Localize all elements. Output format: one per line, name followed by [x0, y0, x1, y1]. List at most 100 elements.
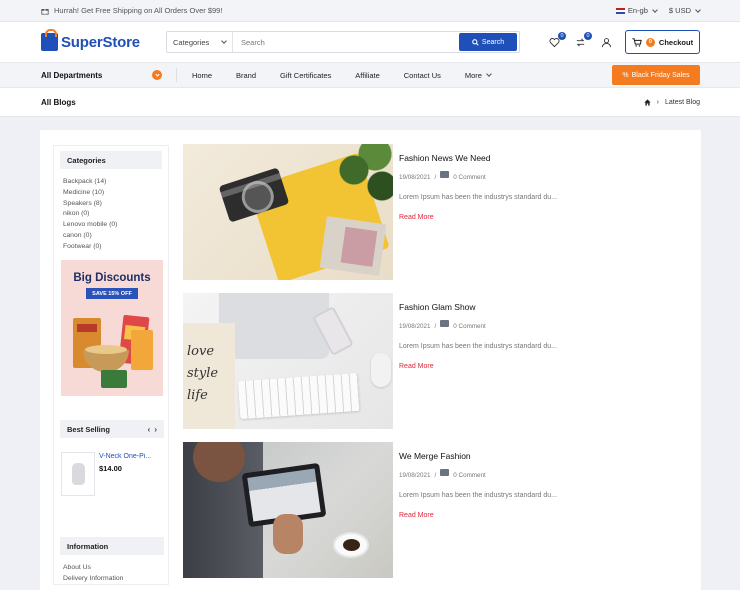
compare-button[interactable]: 0 — [574, 32, 592, 48]
product-thumbnail[interactable] — [61, 452, 95, 496]
shipping-promo: Hurrah! Get Free Shipping on All Orders … — [41, 6, 222, 15]
chevron-right-icon[interactable]: › — [154, 425, 157, 434]
currency-selector[interactable]: $ USD — [668, 6, 701, 15]
nav-gift-certificates[interactable]: Gift Certificates — [268, 71, 343, 80]
meta-separator: / — [434, 323, 437, 330]
language-selector[interactable]: En-gb — [615, 6, 658, 15]
product-name[interactable]: V-Neck One-Pi... — [99, 453, 163, 460]
blog-post-excerpt: Lorem Ipsum has been the industrys stand… — [399, 343, 557, 350]
best-selling-product[interactable]: V-Neck One-Pi... $14.00 — [61, 452, 165, 498]
wishlist-button[interactable]: 0 — [548, 32, 566, 48]
info-link-about-us[interactable]: About Us — [63, 562, 123, 573]
currency-label: $ USD — [668, 6, 691, 15]
cart-icon — [632, 37, 642, 47]
category-list: Backpack (14) Medicine (10) Speakers (8)… — [54, 169, 168, 253]
header: SuperStore Categories Search 0 0 0 Check… — [0, 22, 740, 62]
percent-icon: % — [622, 71, 629, 79]
wishlist-count: 0 — [558, 32, 566, 40]
blog-post-meta: 19/08/2021 / 0 Comment — [399, 320, 699, 330]
breadcrumb: › Latest Blog — [643, 98, 700, 106]
search-bar: Categories Search — [166, 31, 520, 53]
category-item[interactable]: Footwear (0) — [63, 242, 168, 253]
comment-icon — [440, 469, 450, 476]
shipping-promo-text: Hurrah! Get Free Shipping on All Orders … — [54, 6, 223, 15]
blog-content: Categories Backpack (14) Medicine (10) S… — [40, 130, 701, 590]
account-button[interactable] — [600, 36, 612, 48]
blog-post-date: 19/08/2021 — [399, 472, 431, 479]
coffee-cup-image — [333, 532, 369, 558]
chevron-down-icon — [695, 6, 701, 13]
category-item[interactable]: Speakers (8) — [63, 199, 168, 210]
compare-count: 0 — [584, 32, 592, 40]
black-friday-label: Black Friday Sales — [631, 71, 690, 79]
breadcrumb-current[interactable]: Latest Blog — [665, 99, 700, 106]
blog-post-title[interactable]: We Merge Fashion — [399, 451, 699, 461]
blog-post-comments: 0 Comment — [453, 174, 486, 181]
blog-post-excerpt: Lorem Ipsum has been the industrys stand… — [399, 492, 557, 499]
blog-post: Fashion Glam Show 19/08/2021 / 0 Comment… — [183, 293, 703, 429]
uk-flag-icon — [615, 7, 625, 14]
nav-affiliate[interactable]: Affiliate — [343, 71, 391, 80]
flour-bowl-image — [83, 345, 129, 372]
chevron-down-icon — [221, 38, 227, 44]
nav-contact-us[interactable]: Contact Us — [392, 71, 453, 80]
blog-post-image[interactable] — [183, 442, 393, 578]
search-button[interactable]: Search — [459, 33, 517, 51]
blog-post: We Merge Fashion 19/08/2021 / 0 Comment … — [183, 442, 703, 578]
blog-post-image[interactable] — [183, 293, 393, 429]
product-price: $14.00 — [99, 464, 122, 473]
discount-banner[interactable]: Big Discounts SAVE 15% OFF — [61, 260, 163, 396]
blog-post-meta: 19/08/2021 / 0 Comment — [399, 469, 699, 479]
cart-count: 0 — [645, 37, 655, 47]
chevron-down-icon — [652, 6, 658, 13]
grocery-bag-image — [131, 330, 153, 370]
category-item[interactable]: canon (0) — [63, 231, 168, 242]
nav-more[interactable]: More — [453, 71, 503, 80]
read-more-link[interactable]: Read More — [399, 363, 434, 370]
search-category-label: Categories — [173, 37, 210, 47]
store-logo[interactable]: SuperStore — [41, 29, 166, 51]
shopping-bag-icon — [41, 29, 58, 51]
category-item[interactable]: nikon (0) — [63, 209, 168, 220]
logo-text: SuperStore — [61, 33, 140, 51]
blog-post-title[interactable]: Fashion News We Need — [399, 153, 699, 163]
nav-more-label: More — [464, 70, 482, 80]
meta-separator: / — [434, 174, 437, 181]
top-bar: Hurrah! Get Free Shipping on All Orders … — [0, 0, 740, 22]
keyboard-image — [237, 372, 361, 420]
sidebar: Categories Backpack (14) Medicine (10) S… — [53, 145, 169, 585]
information-heading: Information — [60, 537, 164, 555]
black-friday-button[interactable]: % Black Friday Sales — [612, 65, 700, 85]
blog-post-image[interactable] — [183, 144, 393, 280]
category-item[interactable]: Lenovo mobile (0) — [63, 220, 168, 231]
read-more-link[interactable]: Read More — [399, 512, 434, 519]
blog-post-date: 19/08/2021 — [399, 174, 431, 181]
read-more-link[interactable]: Read More — [399, 214, 434, 221]
banner-title: Big Discounts — [73, 272, 151, 284]
category-item[interactable]: Medicine (10) — [63, 188, 168, 199]
laptop-image — [219, 293, 329, 359]
category-item[interactable]: Backpack (14) — [63, 177, 168, 188]
chevron-down-icon — [152, 70, 162, 80]
search-input[interactable] — [233, 32, 459, 52]
breadcrumb-separator: › — [656, 98, 659, 106]
blog-post-comments: 0 Comment — [453, 323, 486, 330]
home-icon[interactable] — [643, 98, 651, 106]
search-icon — [472, 38, 479, 46]
search-category-select[interactable]: Categories — [167, 32, 233, 52]
blog-post-meta: 19/08/2021 / 0 Comment — [399, 171, 699, 181]
chevron-down-icon — [486, 71, 492, 77]
grocery-pack-image — [101, 370, 127, 388]
checkout-button[interactable]: 0 Checkout — [625, 30, 700, 54]
chevron-left-icon[interactable]: ‹ — [148, 425, 151, 434]
blog-post-title[interactable]: Fashion Glam Show — [399, 302, 699, 312]
nav-brand[interactable]: Brand — [224, 71, 268, 80]
speaker-image — [71, 463, 85, 485]
banner-badge: SAVE 15% OFF — [86, 288, 138, 299]
nav-home[interactable]: Home — [177, 71, 224, 80]
all-departments-menu[interactable]: All Departments — [41, 70, 162, 80]
checkout-label: Checkout — [658, 37, 694, 47]
information-list: About Us Delivery Information — [63, 562, 123, 584]
info-link-delivery[interactable]: Delivery Information — [63, 573, 123, 584]
user-icon — [601, 37, 611, 47]
